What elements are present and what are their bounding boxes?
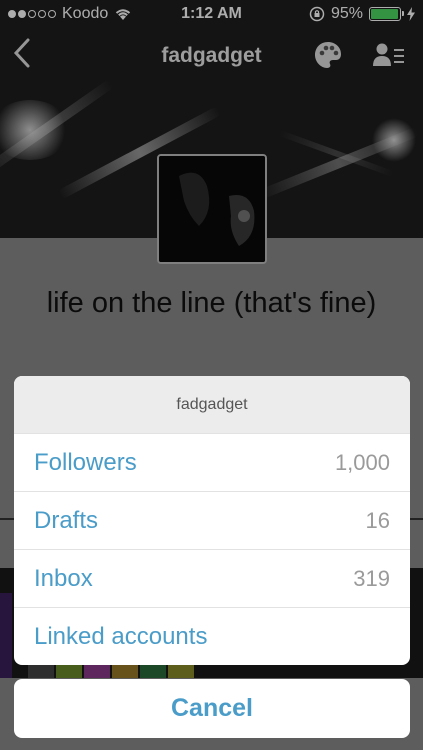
cancel-button[interactable]: Cancel [14, 679, 410, 738]
followers-row[interactable]: Followers 1,000 [14, 433, 410, 491]
row-count: 319 [353, 565, 390, 591]
linked-accounts-row[interactable]: Linked accounts [14, 607, 410, 665]
sheet-header: fadgadget [14, 376, 410, 433]
row-label: Linked accounts [34, 622, 208, 650]
row-label: Drafts [34, 506, 99, 534]
row-count: 16 [365, 507, 390, 533]
inbox-row[interactable]: Inbox 319 [14, 549, 410, 607]
row-count: 1,000 [334, 449, 390, 475]
account-action-sheet: fadgadget Followers 1,000 Drafts 16 Inbo… [14, 376, 410, 665]
drafts-row[interactable]: Drafts 16 [14, 491, 410, 549]
row-label: Inbox [34, 564, 93, 592]
row-label: Followers [34, 448, 137, 476]
